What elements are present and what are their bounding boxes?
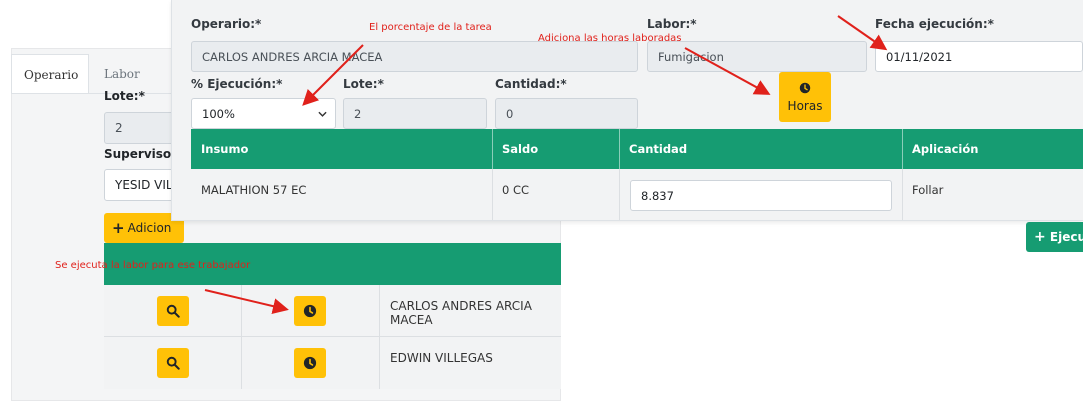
annotation-arrow: [684, 47, 771, 95]
annotation-arrow: [837, 15, 888, 51]
annotation-arrow: [204, 289, 289, 315]
annotation-arrows: [204, 15, 888, 315]
annotation-arrow: [302, 44, 364, 106]
